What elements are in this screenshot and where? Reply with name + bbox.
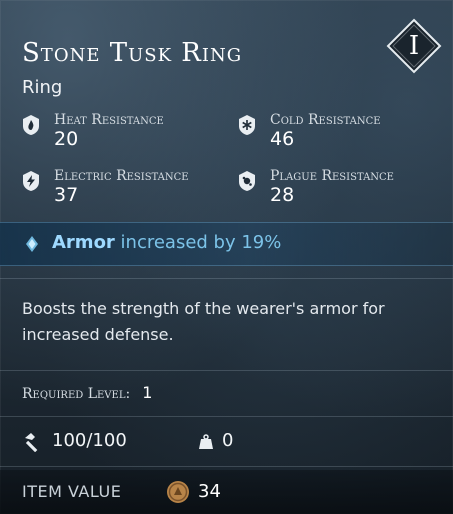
divider <box>0 416 453 417</box>
bonus-text: Armor increased by 19% <box>52 232 281 253</box>
weight-value: 0 <box>222 430 234 451</box>
stat-value: 20 <box>54 128 79 150</box>
electric-resistance-icon <box>23 171 39 191</box>
tier-badge: I <box>386 18 442 74</box>
item-type: Ring <box>22 77 63 98</box>
bonus-description: increased by 19% <box>114 232 282 253</box>
stat-value: 28 <box>270 184 295 206</box>
divider <box>0 466 453 467</box>
cold-resistance-icon <box>239 115 255 135</box>
stat-label: Heat Resistance <box>54 112 164 128</box>
stat-label: Electric Resistance <box>54 168 189 184</box>
tier-number: I <box>408 31 420 61</box>
required-level: Required Level: 1 <box>22 383 152 402</box>
divider <box>0 370 453 371</box>
stat-value: 37 <box>54 184 79 206</box>
weight-icon <box>199 434 213 449</box>
bonus-effect: Armor increased by 19% <box>0 222 453 266</box>
durability-value: 100/100 <box>52 430 127 451</box>
required-level-value: 1 <box>142 383 153 402</box>
required-level-label: Required Level: <box>22 386 131 402</box>
item-value-label: ITEM VALUE <box>22 482 122 501</box>
divider <box>0 278 453 279</box>
bonus-keyword: Armor <box>52 232 115 253</box>
item-value-amount: 34 <box>198 481 221 502</box>
bonus-gem-icon <box>26 236 38 252</box>
heat-resistance-icon <box>23 115 39 135</box>
item-description: Boosts the strength of the wearer's armo… <box>22 299 385 344</box>
stat-label: Cold Resistance <box>270 112 381 128</box>
plague-resistance-icon <box>239 171 255 191</box>
item-tooltip: Stone Tusk Ring Ring I Heat Resistance 2… <box>0 0 453 514</box>
stat-label: Plague Resistance <box>270 168 394 184</box>
coin-icon <box>167 481 189 503</box>
stat-value: 46 <box>270 128 295 150</box>
hammer-icon <box>25 433 38 452</box>
item-value-bar: ITEM VALUE 34 <box>0 470 453 514</box>
item-name: Stone Tusk Ring <box>22 38 243 68</box>
